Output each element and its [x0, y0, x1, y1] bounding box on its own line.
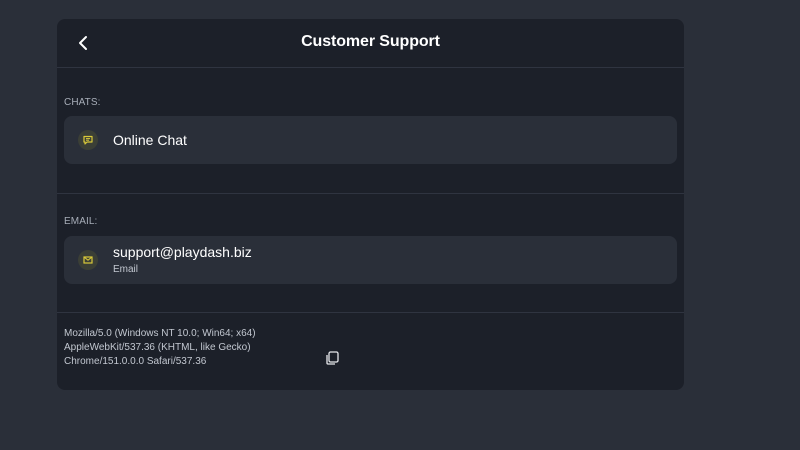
copy-icon [326, 351, 339, 365]
chat-bubble-icon [83, 135, 93, 145]
email-type-label: Email [113, 264, 139, 275]
footer-divider [57, 312, 684, 313]
online-chat-button[interactable]: Online Chat [64, 116, 677, 164]
customer-support-panel: Customer Support CHATS: Online Chat EMAI… [57, 19, 684, 390]
chats-section-label: CHATS: [64, 97, 101, 108]
page-title: Customer Support [301, 33, 440, 50]
section-divider [57, 193, 684, 194]
email-section-label: EMAIL: [64, 216, 98, 227]
support-email-address: support@playdash.biz [113, 244, 252, 260]
envelope-icon [83, 256, 93, 264]
online-chat-label: Online Chat [113, 132, 187, 148]
email-support-button[interactable]: support@playdash.biz Email [64, 236, 677, 284]
header: Customer Support [57, 19, 684, 68]
chat-icon-badge [78, 130, 98, 150]
copy-user-agent-button[interactable] [323, 349, 341, 367]
user-agent-text: Mozilla/5.0 (Windows NT 10.0; Win64; x64… [64, 328, 256, 367]
email-icon-badge [78, 250, 98, 270]
